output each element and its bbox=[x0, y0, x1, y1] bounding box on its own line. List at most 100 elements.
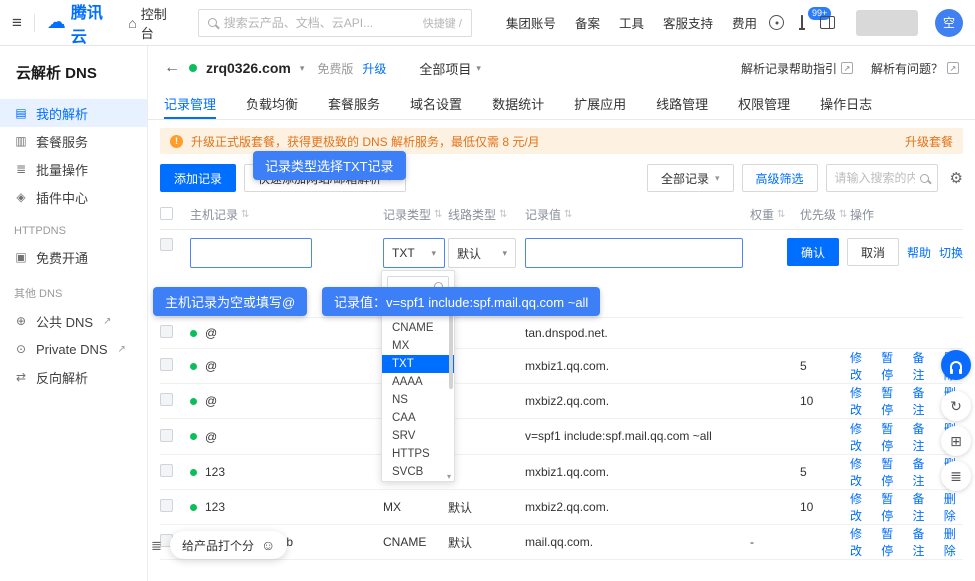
chevron-down-icon[interactable]: ▾ bbox=[300, 63, 305, 74]
hamburger-menu-icon[interactable]: ≡ bbox=[12, 13, 22, 33]
modify-link[interactable]: 修改 bbox=[850, 349, 869, 383]
dropdown-option-https[interactable]: HTTPS bbox=[382, 445, 454, 463]
tab-extensions[interactable]: 扩展应用 bbox=[574, 90, 626, 119]
dropdown-option-svcb[interactable]: SVCB bbox=[382, 463, 454, 481]
switch-link[interactable]: 切换 bbox=[939, 244, 963, 261]
delete-link[interactable]: 删除 bbox=[944, 525, 963, 559]
upgrade-link[interactable]: 升级 bbox=[362, 60, 386, 77]
modify-link[interactable]: 修改 bbox=[850, 455, 869, 489]
record-search-box[interactable] bbox=[826, 164, 938, 192]
pause-link[interactable]: 暂停 bbox=[881, 384, 900, 418]
project-filter[interactable]: 全部项目 ▾ bbox=[419, 59, 481, 78]
modify-link[interactable]: 修改 bbox=[850, 490, 869, 524]
pause-link[interactable]: 暂停 bbox=[881, 455, 900, 489]
remark-link[interactable]: 备注 bbox=[913, 490, 932, 524]
menu-group-account[interactable]: 集团账号 bbox=[506, 13, 556, 32]
workbench-icon[interactable] bbox=[820, 16, 835, 29]
help-link[interactable]: 帮助 bbox=[907, 244, 931, 261]
modify-link[interactable]: 修改 bbox=[850, 525, 869, 559]
help-guide-link[interactable]: 解析记录帮助指引 ↗ bbox=[741, 60, 853, 77]
add-record-button[interactable]: 添加记录 bbox=[160, 164, 236, 192]
docs-panel-button[interactable]: ⊞ bbox=[941, 426, 971, 456]
remark-link[interactable]: 备注 bbox=[913, 525, 932, 559]
pause-link[interactable]: 暂停 bbox=[881, 349, 900, 383]
row-checkbox[interactable] bbox=[160, 429, 173, 442]
feedback-button[interactable]: ↻ bbox=[941, 391, 971, 421]
row-checkbox[interactable] bbox=[160, 238, 173, 251]
column-header-priority[interactable]: 优先级⇅ bbox=[800, 206, 850, 223]
back-button[interactable]: ← bbox=[164, 59, 180, 77]
row-checkbox[interactable] bbox=[160, 358, 173, 371]
menu-support[interactable]: 客服支持 bbox=[663, 13, 713, 32]
sidebar-item-my-resolutions[interactable]: ▤ 我的解析 bbox=[0, 99, 147, 127]
menu-billing[interactable]: 费用 bbox=[732, 13, 757, 32]
column-header-weight[interactable]: 权重⇅ bbox=[750, 206, 800, 223]
customer-service-button[interactable] bbox=[941, 350, 971, 380]
select-all-checkbox[interactable] bbox=[160, 207, 173, 220]
account-name-redacted[interactable] bbox=[856, 10, 918, 36]
record-search-input[interactable] bbox=[835, 171, 915, 185]
sidebar-item-free-activate[interactable]: ▣ 免费开通 bbox=[0, 243, 147, 271]
dropdown-option-txt[interactable]: TXT bbox=[382, 355, 454, 373]
confirm-button[interactable]: 确认 bbox=[787, 238, 839, 266]
remark-link[interactable]: 备注 bbox=[913, 455, 932, 489]
tab-load-balancing[interactable]: 负载均衡 bbox=[246, 90, 298, 119]
domain-name[interactable]: zrq0326.com bbox=[206, 60, 291, 76]
dropdown-option-ns[interactable]: NS bbox=[382, 391, 454, 409]
sidebar-item-plugin-center[interactable]: ◈ 插件中心 bbox=[0, 183, 147, 211]
remark-link[interactable]: 备注 bbox=[913, 349, 932, 383]
avatar[interactable]: 空 bbox=[935, 9, 963, 37]
host-record-input[interactable] bbox=[190, 238, 312, 268]
dropdown-option-mx[interactable]: MX bbox=[382, 337, 454, 355]
record-type-select[interactable]: TXT ▾ bbox=[383, 238, 445, 268]
remark-link[interactable]: 备注 bbox=[913, 384, 932, 418]
column-header-line[interactable]: 线路类型⇅ bbox=[448, 206, 525, 223]
row-checkbox[interactable] bbox=[160, 499, 173, 512]
remark-link[interactable]: 备注 bbox=[913, 420, 932, 454]
sidebar-item-reverse-resolution[interactable]: ⇄ 反向解析 bbox=[0, 363, 147, 391]
console-link[interactable]: ⌂ 控制台 bbox=[128, 4, 178, 42]
delete-link[interactable]: 删除 bbox=[944, 490, 963, 524]
tab-operation-logs[interactable]: 操作日志 bbox=[820, 90, 872, 119]
tab-record-management[interactable]: 记录管理 bbox=[164, 90, 216, 119]
line-type-select[interactable]: 默认 ▾ bbox=[448, 238, 516, 268]
modify-link[interactable]: 修改 bbox=[850, 384, 869, 418]
menu-tools[interactable]: 工具 bbox=[619, 13, 644, 32]
record-filter-button[interactable]: 全部记录 ▾ bbox=[647, 164, 734, 192]
global-search-box[interactable]: 快捷键 / bbox=[198, 9, 472, 37]
column-header-type[interactable]: 记录类型⇅ bbox=[383, 206, 448, 223]
notifications-button[interactable]: 99+ bbox=[801, 16, 803, 30]
table-settings-icon[interactable]: ⚙ bbox=[950, 169, 963, 187]
modify-link[interactable]: 修改 bbox=[850, 420, 869, 454]
cancel-button[interactable]: 取消 bbox=[847, 238, 899, 266]
record-value-input[interactable] bbox=[525, 238, 743, 268]
column-header-value[interactable]: 记录值⇅ bbox=[525, 206, 750, 223]
dropdown-option-srv[interactable]: SRV bbox=[382, 427, 454, 445]
advanced-filter-button[interactable]: 高级筛选 bbox=[742, 164, 818, 192]
row-checkbox[interactable] bbox=[160, 464, 173, 477]
pause-link[interactable]: 暂停 bbox=[881, 525, 900, 559]
survey-button[interactable]: ≣ bbox=[941, 461, 971, 491]
assistant-icon[interactable] bbox=[769, 15, 784, 30]
resolution-problem-link[interactable]: 解析有问题？ ↗ bbox=[871, 60, 959, 77]
row-checkbox[interactable] bbox=[160, 393, 173, 406]
pause-link[interactable]: 暂停 bbox=[881, 490, 900, 524]
row-checkbox[interactable] bbox=[160, 325, 173, 338]
rate-product-widget[interactable]: 给产品打个分 ☺ bbox=[170, 531, 287, 559]
pause-link[interactable]: 暂停 bbox=[881, 420, 900, 454]
upgrade-plan-link[interactable]: 升级套餐 bbox=[905, 133, 953, 150]
column-header-host[interactable]: 主机记录⇅ bbox=[190, 206, 383, 223]
sidebar-item-plan-service[interactable]: ▥ 套餐服务 bbox=[0, 127, 147, 155]
tab-statistics[interactable]: 数据统计 bbox=[492, 90, 544, 119]
tab-domain-settings[interactable]: 域名设置 bbox=[410, 90, 462, 119]
tab-plan-service[interactable]: 套餐服务 bbox=[328, 90, 380, 119]
sidebar-collapse-icon[interactable]: ≣ bbox=[151, 538, 162, 554]
tencent-cloud-logo[interactable]: ☁ 腾讯云 bbox=[47, 0, 116, 47]
dropdown-option-caa[interactable]: CAA bbox=[382, 409, 454, 427]
global-search-input[interactable] bbox=[224, 16, 416, 30]
tab-line-management[interactable]: 线路管理 bbox=[656, 90, 708, 119]
menu-icp[interactable]: 备案 bbox=[575, 13, 600, 32]
dropdown-option-aaaa[interactable]: AAAA bbox=[382, 373, 454, 391]
dropdown-option-cname[interactable]: CNAME bbox=[382, 319, 454, 337]
sidebar-item-batch-operations[interactable]: ≣ 批量操作 bbox=[0, 155, 147, 183]
